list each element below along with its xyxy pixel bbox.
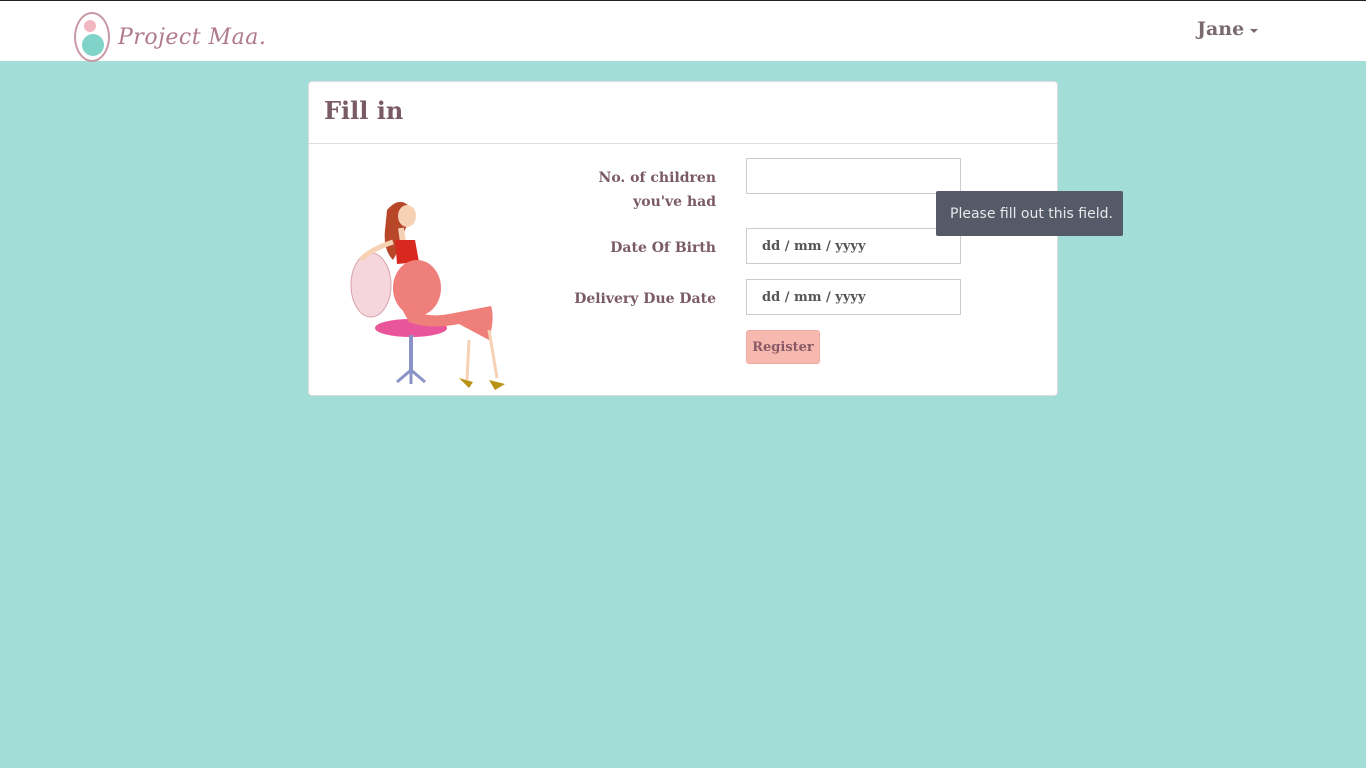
pregnant-woman-illustration — [350, 201, 505, 390]
children-count-input[interactable] — [746, 158, 961, 194]
top-navbar: Project Maa. Jane — [0, 0, 1366, 63]
due-date-input[interactable]: dd / mm / yyyy — [746, 279, 961, 315]
dob-placeholder: dd / mm / yyyy — [762, 238, 866, 254]
children-count-label-line2: you've had — [633, 194, 716, 210]
validation-tooltip-text: Please fill out this field. — [950, 205, 1113, 222]
due-date-placeholder: dd / mm / yyyy — [762, 289, 866, 305]
panel-heading: Fill in — [309, 82, 1057, 144]
due-date-label: Delivery Due Date — [574, 291, 716, 307]
dob-input[interactable]: dd / mm / yyyy — [746, 228, 961, 264]
brand-name: Project Maa. — [118, 24, 267, 50]
brand-logo-icon — [74, 12, 110, 62]
children-count-label-line1: No. of children — [598, 170, 716, 186]
dob-label: Date Of Birth — [610, 240, 716, 256]
user-dropdown[interactable]: Jane — [1197, 15, 1259, 43]
brand-link[interactable]: Project Maa. — [74, 11, 266, 63]
register-button[interactable]: Register — [746, 330, 820, 364]
user-name: Jane — [1197, 18, 1245, 40]
registration-panel: Fill in No. of children you've had Date … — [308, 81, 1058, 396]
validation-tooltip: Please fill out this field. — [936, 191, 1123, 236]
panel-title: Fill in — [324, 96, 404, 125]
children-count-label: No. of children you've had — [516, 166, 716, 214]
caret-down-icon — [1250, 28, 1259, 33]
